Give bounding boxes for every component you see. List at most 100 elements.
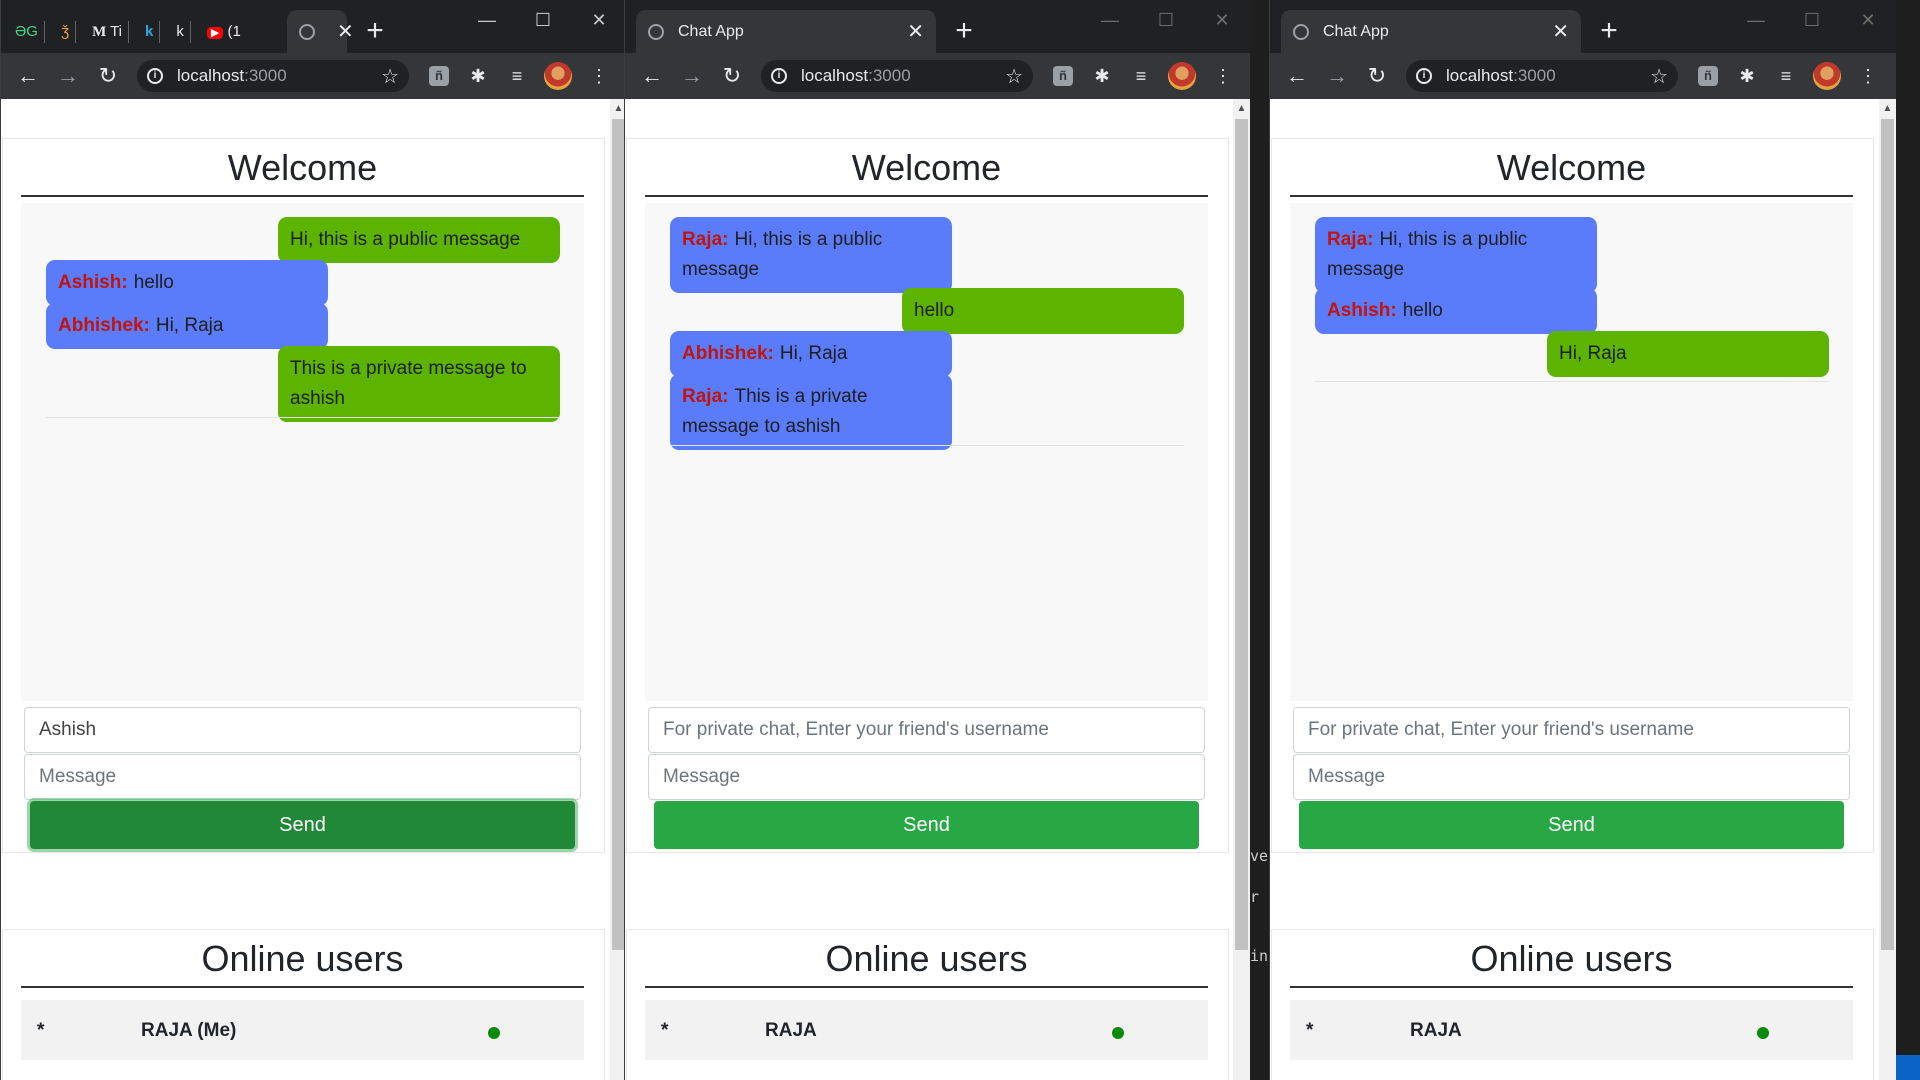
- new-tab-button[interactable]: +: [947, 14, 981, 48]
- scrollbar[interactable]: ▲: [1879, 99, 1896, 1080]
- bookmark-star-icon[interactable]: ☆: [1650, 64, 1668, 89]
- back-arrow-icon[interactable]: ←: [639, 63, 665, 89]
- close-window-icon[interactable]: ✕: [1194, 0, 1250, 40]
- send-button[interactable]: Send: [30, 801, 575, 849]
- tab-title: Ti: [110, 23, 123, 40]
- media-queue-icon[interactable]: ≡: [505, 64, 529, 88]
- message-list: Raja: Hi, this is a public message Ashish…: [1290, 203, 1853, 701]
- youtube-icon: ▶: [206, 27, 224, 39]
- maximize-icon[interactable]: ☐: [515, 0, 571, 40]
- online-users-heading: Online users: [21, 930, 584, 988]
- new-tab-button[interactable]: +: [358, 14, 392, 48]
- username-field[interactable]: Ashish: [24, 707, 581, 753]
- close-icon[interactable]: ✕: [337, 19, 354, 44]
- address-bar[interactable]: i localhost:3000 ☆: [1406, 60, 1678, 92]
- extension-icon[interactable]: ñ: [429, 66, 449, 86]
- tab-favicon[interactable]: ƏG: [9, 21, 45, 43]
- reload-icon[interactable]: ↻: [1364, 63, 1390, 89]
- address-bar[interactable]: i localhost:3000 ☆: [761, 60, 1033, 92]
- active-tab[interactable]: Chat App ✕: [636, 10, 936, 53]
- scroll-up-arrow[interactable]: ▲: [1233, 103, 1250, 114]
- online-status-dot: [1112, 1027, 1124, 1039]
- profile-avatar[interactable]: [1168, 62, 1196, 90]
- message-bubble-received: Abhishek: Hi, Raja: [670, 331, 952, 377]
- back-arrow-icon[interactable]: ←: [15, 63, 41, 89]
- forward-arrow-icon[interactable]: →: [55, 63, 81, 89]
- username-field[interactable]: For private chat, Enter your friend's us…: [1293, 707, 1850, 753]
- close-icon[interactable]: ✕: [907, 19, 924, 44]
- media-queue-icon[interactable]: ≡: [1129, 64, 1153, 88]
- tab-favicon[interactable]: ǯ: [55, 21, 77, 43]
- puzzle-icon[interactable]: ✱: [1735, 64, 1759, 88]
- puzzle-icon[interactable]: ✱: [1090, 64, 1114, 88]
- back-arrow-icon[interactable]: ←: [1284, 63, 1310, 89]
- send-button[interactable]: Send: [654, 801, 1199, 849]
- user-marker: *: [1306, 1020, 1314, 1041]
- message-text: Hi, this is a public message: [290, 229, 521, 250]
- url-text: localhost:3000: [177, 66, 381, 86]
- close-icon[interactable]: ✕: [1552, 19, 1569, 44]
- message-bubble-sent: Hi, this is a public message: [278, 217, 560, 263]
- active-tab[interactable]: Chat App ✕: [1281, 10, 1581, 53]
- close-window-icon[interactable]: ✕: [1840, 0, 1896, 40]
- active-tab[interactable]: ✕: [287, 10, 354, 53]
- message-text: Hi, Raja: [155, 315, 224, 336]
- forward-arrow-icon[interactable]: →: [679, 63, 705, 89]
- extension-icon[interactable]: ñ: [1053, 66, 1073, 86]
- scrollbar-thumb[interactable]: [1235, 119, 1248, 950]
- message-sender: Abhishek:: [58, 315, 150, 336]
- reload-icon[interactable]: ↻: [719, 63, 745, 89]
- tab-favicon[interactable]: k: [170, 21, 191, 43]
- message-input[interactable]: Message: [24, 754, 581, 800]
- scrollbar-thumb[interactable]: [1881, 119, 1894, 950]
- username-field[interactable]: For private chat, Enter your friend's us…: [648, 707, 1205, 753]
- tab-favicon-label: M: [92, 24, 107, 40]
- puzzle-icon[interactable]: ✱: [466, 64, 490, 88]
- user-row[interactable]: * RAJA (Me): [21, 1000, 584, 1060]
- info-icon[interactable]: i: [147, 68, 163, 84]
- scroll-up-arrow[interactable]: ▲: [1879, 103, 1896, 114]
- new-tab-button[interactable]: +: [1592, 14, 1626, 48]
- globe-icon: [648, 23, 664, 40]
- message-input[interactable]: Message: [648, 754, 1205, 800]
- user-row[interactable]: * RAJA: [645, 1000, 1208, 1060]
- forward-arrow-icon[interactable]: →: [1324, 63, 1350, 89]
- bookmark-star-icon[interactable]: ☆: [1005, 64, 1023, 89]
- reload-icon[interactable]: ↻: [95, 63, 121, 89]
- media-queue-icon[interactable]: ≡: [1774, 64, 1798, 88]
- maximize-icon[interactable]: ☐: [1784, 0, 1840, 40]
- tab-favicon[interactable]: ▶ (1: [201, 21, 247, 43]
- info-icon[interactable]: i: [1416, 68, 1432, 84]
- bookmark-star-icon[interactable]: ☆: [381, 64, 399, 89]
- minimize-icon[interactable]: —: [1082, 0, 1138, 40]
- menu-kebab-icon[interactable]: ⋮: [1856, 64, 1880, 88]
- close-window-icon[interactable]: ✕: [571, 0, 627, 40]
- message-input[interactable]: Message: [1293, 754, 1850, 800]
- send-button[interactable]: Send: [1299, 801, 1844, 849]
- tab-favicon[interactable]: k: [139, 21, 161, 43]
- url-host: localhost: [1446, 66, 1514, 85]
- online-users-card: Online users * RAJA (Me): [2, 929, 605, 1080]
- menu-kebab-icon[interactable]: ⋮: [587, 64, 611, 88]
- url-text: localhost:3000: [1446, 66, 1650, 86]
- tab-favicon[interactable]: M Ti: [86, 21, 130, 43]
- globe-icon: [299, 23, 315, 40]
- user-name: RAJA: [1410, 1020, 1462, 1041]
- address-bar[interactable]: i localhost:3000 ☆: [137, 60, 409, 92]
- url-port: :3000: [868, 66, 911, 85]
- profile-avatar[interactable]: [1813, 62, 1841, 90]
- background-code-text: r: [1250, 888, 1260, 906]
- minimize-icon[interactable]: —: [459, 0, 515, 40]
- maximize-icon[interactable]: ☐: [1138, 0, 1194, 40]
- profile-avatar[interactable]: [544, 62, 572, 90]
- tab-title: Chat App: [678, 22, 744, 40]
- extension-icon[interactable]: ñ: [1698, 66, 1718, 86]
- info-icon[interactable]: i: [771, 68, 787, 84]
- message-bubble-received: Abhishek: Hi, Raja: [46, 303, 328, 349]
- pinned-tabs: ƏG ǯ M Ti k k ▶ (1: [9, 14, 247, 50]
- menu-kebab-icon[interactable]: ⋮: [1211, 64, 1235, 88]
- minimize-icon[interactable]: —: [1728, 0, 1784, 40]
- scrollbar[interactable]: ▲: [1233, 99, 1250, 1080]
- user-row[interactable]: * RAJA: [1290, 1000, 1853, 1060]
- title-bar: ƏG ǯ M Ti k k ▶ (1 ✕ + — ☐ ✕: [1, 0, 627, 53]
